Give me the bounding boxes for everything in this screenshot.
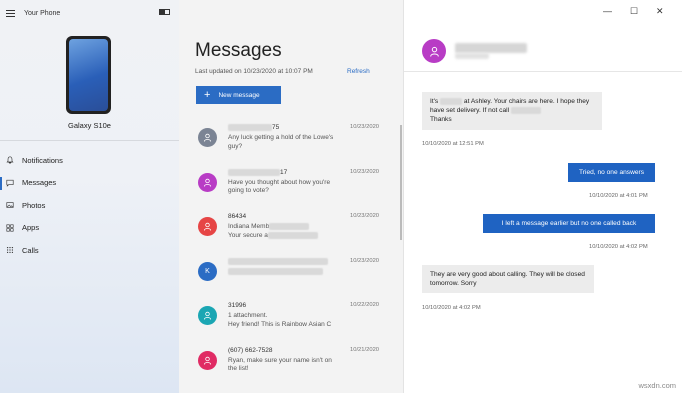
dialpad-icon: [6, 246, 14, 254]
title-bar: Your Phone: [6, 7, 60, 19]
conversation-name: 86434: [228, 213, 247, 220]
conversation-preview: 1 attachment. Hey friend! This is Rainbow…: [228, 312, 332, 328]
sidebar-item-calls[interactable]: Calls: [0, 239, 179, 262]
conversation-preview: [228, 267, 340, 277]
message-timestamp: 10/10/2020 at 4:01 PM: [589, 193, 648, 199]
conversation-preview: Ryan, make sure your name isn't on the l…: [228, 356, 332, 373]
sidebar-item-photos[interactable]: Photos: [0, 194, 179, 217]
avatar: [198, 217, 217, 236]
conversation-item[interactable]: K 10/23/2020: [179, 254, 403, 299]
sent-message: Tried, no one answers: [568, 163, 655, 183]
conversation-date: 10/23/2020: [350, 124, 380, 130]
sidebar-divider: [0, 140, 179, 141]
sidebar-item-label: Photos: [22, 200, 46, 210]
conversation-item[interactable]: 17 Have you thought about how you're goi…: [179, 165, 403, 210]
conversation-date: 10/22/2020: [350, 302, 380, 308]
conversation-panel: — ☐ ✕ It's at Ashley. Your chairs are he…: [403, 0, 682, 393]
person-icon: [203, 178, 212, 187]
received-message: They are very good about calling. They w…: [422, 265, 594, 294]
phone-image: [66, 36, 111, 114]
conversation-name: 75: [228, 124, 279, 131]
contact-name-redacted: [455, 43, 527, 53]
sidebar-item-label: Messages: [22, 178, 57, 188]
avatar: K: [198, 261, 217, 281]
refresh-link[interactable]: Refresh: [347, 68, 370, 75]
sent-message: I left a message earlier but no one call…: [483, 214, 655, 234]
avatar: [198, 306, 217, 325]
message-timestamp: 10/10/2020 at 4:02 PM: [589, 244, 648, 250]
conversation-header: [404, 0, 682, 72]
sidebar-item-label: Notifications: [22, 155, 63, 165]
conversation-date: 10/23/2020: [350, 168, 380, 175]
device-name: Galaxy S10e: [68, 121, 111, 130]
conversation-date: 10/21/2020: [350, 346, 380, 353]
conversation-date: 10/23/2020: [350, 213, 380, 219]
plus-icon: +: [204, 89, 211, 101]
conversation-preview: Have you thought about how you're going …: [228, 178, 331, 195]
new-message-button[interactable]: + New message: [196, 86, 281, 104]
scrollbar[interactable]: [400, 125, 402, 240]
page-title: Messages: [195, 40, 282, 61]
message-timestamp: 10/10/2020 at 12:51 PM: [422, 141, 484, 147]
sidebar: Your Phone Galaxy S10e Notifications Mes…: [0, 0, 179, 393]
bell-icon: [6, 156, 14, 164]
avatar: [198, 128, 217, 147]
conversation-item[interactable]: 31996 1 attachment. Hey friend! This is R…: [179, 298, 403, 343]
your-phone-window: Your Phone Galaxy S10e Notifications Mes…: [0, 0, 682, 393]
conversation-name: 31996: [228, 302, 247, 309]
sidebar-item-messages[interactable]: Messages: [0, 172, 179, 195]
hamburger-menu-icon[interactable]: [6, 9, 15, 17]
conversation-date: 10/23/2020: [350, 257, 380, 264]
avatar: [198, 350, 217, 370]
message-icon: [6, 179, 14, 187]
apps-grid-icon: [6, 223, 14, 232]
contact-avatar: [422, 39, 446, 63]
conversation-list: 75 Any luck getting a hold of the Lowe's…: [179, 120, 403, 387]
sidebar-item-label: Apps: [22, 223, 40, 233]
conversation-item[interactable]: (607) 662-7528 Ryan, make sure your name…: [179, 343, 403, 388]
photo-icon: [6, 201, 14, 209]
sidebar-nav: Notifications Messages Photos Apps Calls: [0, 149, 179, 262]
person-icon: [429, 46, 439, 57]
sidebar-item-apps[interactable]: Apps: [0, 217, 179, 240]
sidebar-item-notifications[interactable]: Notifications: [0, 149, 179, 172]
received-message: It's at Ashley. Your chairs are here. I …: [422, 92, 602, 130]
person-icon: [203, 311, 212, 320]
app-title: Your Phone: [24, 9, 61, 17]
conversation-preview: Indiana Memb Your secure a: [228, 223, 340, 240]
contact-number-redacted: [455, 53, 489, 59]
person-icon: [203, 356, 212, 365]
person-icon: [203, 222, 212, 231]
conversation-name: (607) 662-7528: [228, 346, 273, 354]
conversation-item[interactable]: 75 Any luck getting a hold of the Lowe's…: [179, 120, 403, 165]
new-message-label: New message: [218, 91, 260, 99]
avatar: [198, 172, 217, 192]
messages-panel: Messages Last updated on 10/23/2020 at 1…: [179, 0, 403, 393]
conversation-preview: Any luck getting a hold of the Lowe's gu…: [228, 134, 334, 150]
conversation-item[interactable]: 86434 Indiana Memb Your secure a 10/23/20…: [179, 209, 403, 254]
person-icon: [203, 133, 212, 142]
last-updated-text: Last updated on 10/23/2020 at 10:07 PM: [195, 68, 313, 75]
message-timestamp: 10/10/2020 at 4:02 PM: [422, 305, 481, 311]
conversation-name: 17: [228, 168, 287, 176]
watermark: wsxdn.com: [638, 381, 676, 390]
sidebar-item-label: Calls: [22, 245, 39, 255]
conversation-name: [228, 257, 328, 265]
battery-icon: [159, 9, 170, 15]
